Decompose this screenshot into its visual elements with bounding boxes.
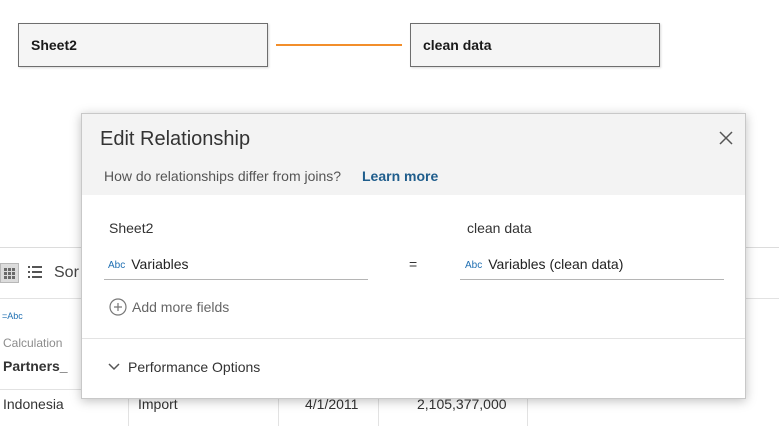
left-field-select[interactable]: Abc Variables bbox=[104, 252, 368, 280]
string-type-icon: Abc bbox=[465, 260, 483, 271]
left-field-label: Variables bbox=[131, 256, 189, 272]
table-cell: Indonesia bbox=[3, 396, 64, 412]
right-field-select[interactable]: Abc Variables (clean data) bbox=[460, 252, 724, 280]
right-field-label: Variables (clean data) bbox=[488, 256, 624, 272]
calculation-type-icon[interactable]: =Abc bbox=[2, 311, 23, 321]
close-icon[interactable] bbox=[719, 131, 733, 145]
left-source-name: Sheet2 bbox=[109, 220, 154, 236]
relationship-connector[interactable] bbox=[276, 44, 402, 46]
table-node-sheet2[interactable]: Sheet2 bbox=[18, 23, 268, 67]
relationship-help-text: How do relationships differ from joins? bbox=[104, 168, 342, 184]
dialog-header: Edit Relationship How do relationships d… bbox=[82, 114, 745, 195]
grid-view-icon[interactable] bbox=[0, 263, 19, 283]
chevron-down-icon bbox=[108, 363, 120, 371]
table-node-clean-data[interactable]: clean data bbox=[410, 23, 660, 67]
learn-more-link[interactable]: Learn more bbox=[362, 168, 438, 184]
list-view-icon[interactable] bbox=[28, 265, 42, 279]
right-source-name: clean data bbox=[467, 220, 532, 236]
column-type-label: Calculation bbox=[3, 336, 63, 350]
add-more-fields-label: Add more fields bbox=[132, 299, 230, 315]
add-more-fields-button[interactable]: Add more fields bbox=[109, 298, 230, 317]
relationship-canvas: Sheet2 clean data Sor =Abc Calculation P… bbox=[0, 0, 779, 426]
sort-label[interactable]: Sor bbox=[54, 264, 79, 282]
column-header[interactable]: Partners_ bbox=[3, 358, 68, 374]
dialog-title: Edit Relationship bbox=[100, 128, 251, 150]
edit-relationship-dialog: Edit Relationship How do relationships d… bbox=[81, 113, 746, 399]
performance-options-toggle[interactable]: Performance Options bbox=[108, 359, 260, 375]
dialog-divider bbox=[82, 338, 745, 339]
operator-select[interactable]: = bbox=[409, 256, 417, 272]
string-type-icon: Abc bbox=[108, 260, 126, 271]
performance-options-label: Performance Options bbox=[128, 359, 261, 375]
add-circle-icon bbox=[109, 298, 127, 316]
